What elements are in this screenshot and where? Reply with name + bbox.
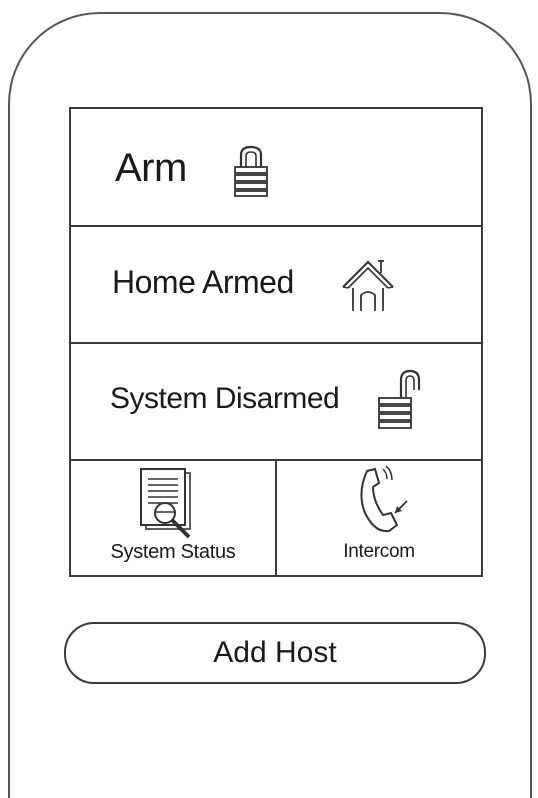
add-host-button[interactable]: Add Host xyxy=(64,622,486,684)
home-armed-button[interactable]: Home Armed xyxy=(71,227,481,344)
lock-open-icon xyxy=(378,369,421,429)
arm-label: Arm xyxy=(115,146,187,190)
house-icon xyxy=(342,260,394,311)
phone-icon xyxy=(360,465,408,533)
intercom-label: Intercom xyxy=(343,541,415,562)
lock-closed-icon xyxy=(234,145,268,197)
arm-button[interactable]: Arm xyxy=(71,109,481,227)
home-armed-label: Home Armed xyxy=(112,264,294,300)
system-disarmed-button[interactable]: System Disarmed xyxy=(71,344,481,461)
shortcut-row: System Status Intercom xyxy=(71,461,481,575)
system-disarmed-label: System Disarmed xyxy=(110,382,340,415)
intercom-button[interactable]: Intercom xyxy=(277,461,481,575)
system-status-button[interactable]: System Status xyxy=(71,461,277,575)
system-status-label: System Status xyxy=(110,541,236,563)
document-search-icon xyxy=(140,468,191,539)
menu-panel: Arm Home Armed System Disarmed System St… xyxy=(69,107,483,577)
